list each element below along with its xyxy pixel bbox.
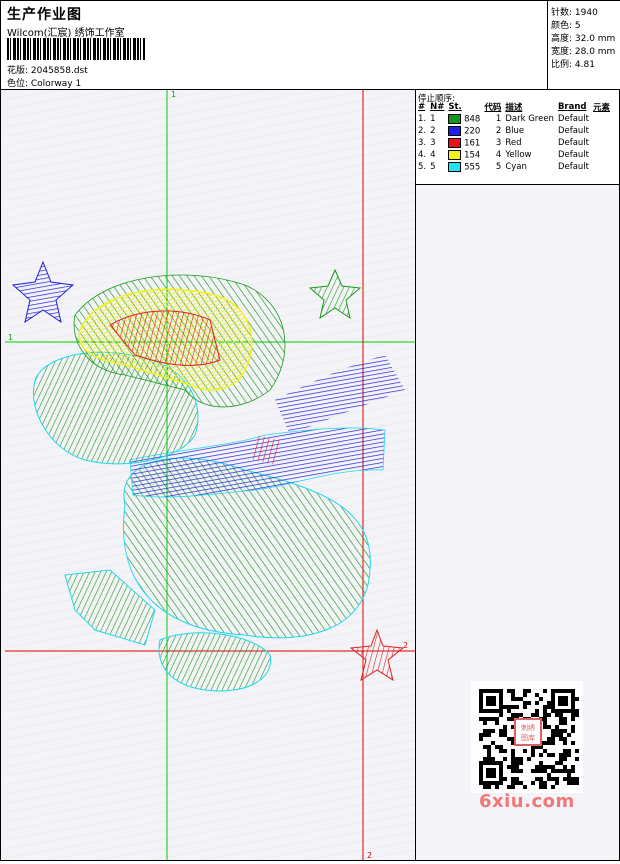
stat-height: 高度: 32.0 mm (551, 34, 616, 44)
row-number: 4 (430, 150, 436, 160)
stop-sequence-table: # N# St. 代码 描述 Brand 元素 1. 1 848 1 Dark Gre… (416, 101, 612, 173)
table-row: 2. 2 220 2 Blue Default (416, 125, 612, 137)
row-code: 2 (495, 126, 502, 136)
row-description: Cyan (505, 162, 527, 172)
row-stitches: 848 (446, 113, 482, 125)
colorway-label: 色位: Colorway 1 (7, 79, 82, 89)
row-description: Blue (505, 126, 525, 136)
qr-stamp-text-2: 图库 (521, 733, 535, 742)
row-index: 4. (418, 150, 427, 160)
row-element (591, 149, 612, 161)
row-description: Dark Green (505, 114, 554, 124)
row-number: 2 (430, 126, 436, 136)
page-title: 生产作业图 (7, 7, 82, 23)
qr-stamp-text-1: 刺绣 (521, 723, 535, 732)
row-index: 5. (418, 162, 427, 172)
red-star (349, 628, 405, 682)
color-swatch (448, 113, 462, 124)
row-element (591, 125, 612, 137)
studio-name: Wilcom(汇宸) 绣饰工作室 (7, 28, 125, 39)
col-header-description: 描述 (505, 103, 523, 113)
row-description: Red (505, 138, 522, 148)
row-code: 5 (495, 162, 502, 172)
row-stitch-count: 848 (464, 114, 481, 125)
guide-label-green-v: 1 (171, 90, 176, 99)
row-index: 2. (418, 126, 427, 136)
row-number: 3 (430, 138, 436, 148)
row-brand: Default (557, 162, 590, 172)
row-element (591, 113, 612, 125)
row-element (591, 161, 612, 173)
production-sheet: 生产作业图 Wilcom(汇宸) 绣饰工作室 花版: 2045858.dst 色… (0, 0, 620, 861)
watermark: 6xiu.com (479, 791, 575, 812)
row-description: Yellow (505, 150, 532, 160)
col-header-stitches: St. (448, 102, 462, 112)
row-stitch-count: 154 (464, 150, 481, 161)
row-stitches: 220 (446, 125, 482, 137)
stat-stitches: 针数: 1940 (551, 8, 598, 18)
table-row: 3. 3 161 3 Red Default (416, 137, 612, 149)
guide-label-red-v: 2 (367, 851, 372, 860)
table-row: 5. 5 555 5 Cyan Default (416, 161, 612, 173)
color-swatch (448, 149, 462, 160)
guide-label-green-h: 1 (8, 333, 13, 342)
row-stitch-count: 161 (464, 138, 481, 149)
qr-code: 刺绣 图库 (471, 681, 583, 793)
row-brand: Default (557, 150, 590, 160)
color-swatch (448, 125, 462, 136)
color-swatch (448, 161, 462, 172)
design-stats: 针数: 1940 颜色: 5 高度: 32.0 mm 宽度: 28.0 mm 比… (547, 1, 620, 90)
barcode (7, 38, 145, 60)
row-brand: Default (557, 138, 590, 148)
table-row: 1. 1 848 1 Dark Green Default (416, 113, 612, 125)
stat-scale: 比例: 4.81 (551, 60, 595, 70)
color-swatch (448, 137, 462, 148)
embroidery-preview: 1 1 2 2 (5, 90, 416, 860)
row-code: 1 (495, 114, 502, 124)
row-index: 1. (418, 114, 427, 124)
row-stitch-count: 555 (464, 162, 481, 173)
col-header-element: 元素 (593, 103, 611, 113)
row-stitches: 161 (446, 137, 482, 149)
table-row: 4. 4 154 4 Yellow Default (416, 149, 612, 161)
col-header-brand: Brand (557, 102, 587, 112)
col-header-index: # (418, 102, 426, 112)
row-code: 3 (495, 138, 502, 148)
embroidery-drawing: 1 1 2 2 (5, 90, 415, 860)
row-brand: Default (557, 126, 590, 136)
guide-label-red-h: 2 (403, 641, 408, 650)
row-stitches: 154 (446, 149, 482, 161)
row-number: 1 (430, 114, 436, 124)
col-header-code: 代码 (484, 103, 502, 113)
green-star (308, 268, 362, 320)
stat-width: 宽度: 28.0 mm (551, 47, 616, 57)
row-element (591, 137, 612, 149)
row-stitch-count: 220 (464, 126, 481, 137)
row-stitches: 555 (446, 161, 482, 173)
qr-code-graphic: 刺绣 图库 (475, 685, 579, 789)
stop-sequence-panel: 停止顺序: # N# St. 代码 描述 Brand 元素 1. 1 848 1 Da… (416, 90, 619, 185)
col-header-number: N# (430, 102, 445, 112)
row-code: 4 (495, 150, 502, 160)
row-index: 3. (418, 138, 427, 148)
row-number: 5 (430, 162, 436, 172)
header-block: 生产作业图 Wilcom(汇宸) 绣饰工作室 花版: 2045858.dst 色… (1, 1, 547, 90)
pattern-filename: 花版: 2045858.dst (7, 66, 88, 76)
table-header-row: # N# St. 代码 描述 Brand 元素 (416, 101, 612, 113)
blue-star (11, 260, 75, 324)
stat-colors: 颜色: 5 (551, 21, 581, 31)
row-brand: Default (557, 114, 590, 124)
